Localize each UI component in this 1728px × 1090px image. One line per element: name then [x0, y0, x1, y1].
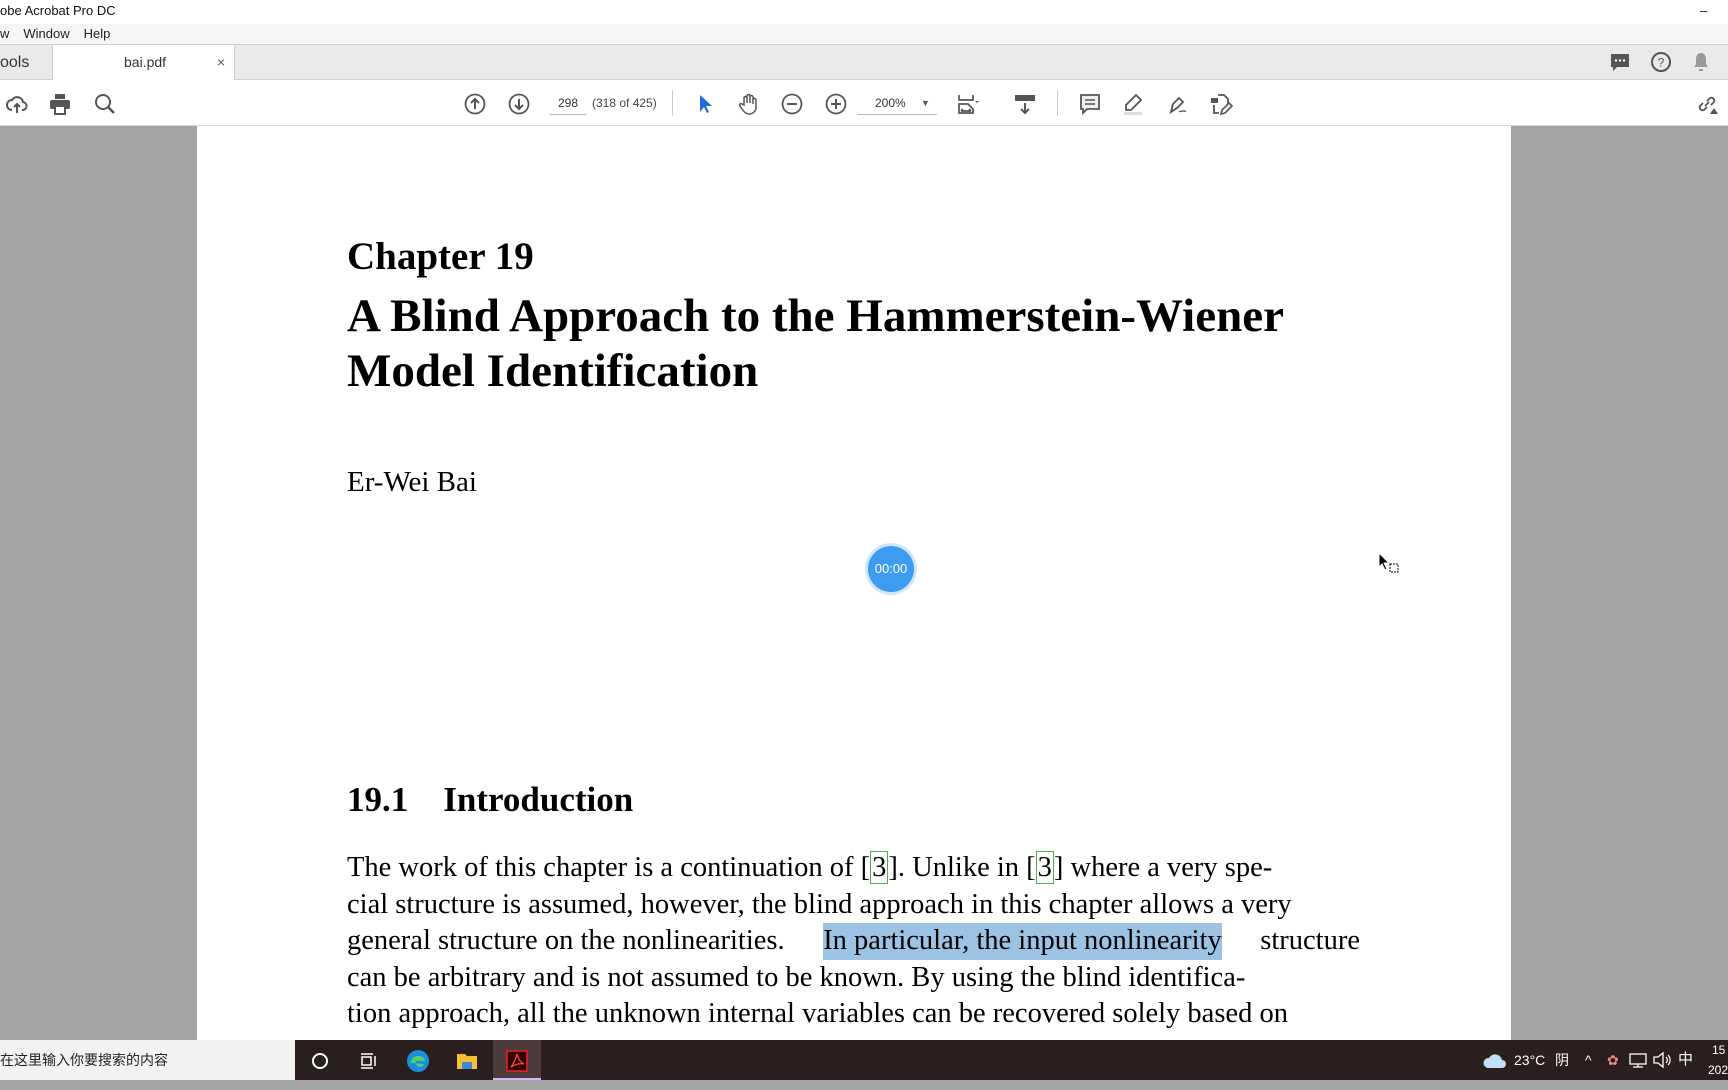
network-icon[interactable]	[1627, 1049, 1649, 1071]
edge-browser-icon[interactable]	[405, 1048, 431, 1074]
page-number-input[interactable]: 298	[550, 93, 586, 115]
cloud-weather-icon	[1482, 1048, 1508, 1074]
comment-icon[interactable]	[1078, 92, 1102, 116]
tab-tools[interactable]: ools	[0, 45, 53, 80]
task-view-icon[interactable]	[355, 1048, 381, 1074]
text: structure	[1260, 925, 1360, 957]
taskbar-acrobat[interactable]	[493, 1040, 541, 1080]
highlight-icon[interactable]	[1121, 92, 1145, 116]
tab-bar: ools bai.pdf × ?	[0, 44, 1728, 81]
selected-text[interactable]: In particular, the input nonlinearity	[823, 923, 1222, 960]
chapter-title-line-1: A Blind Approach to the Hammerstein-Wien…	[347, 290, 1284, 342]
fit-page-icon[interactable]	[956, 92, 980, 116]
text: tion approach, all the unknown internal …	[347, 998, 1288, 1030]
flower-app-icon[interactable]: ✿	[1607, 1040, 1619, 1080]
zoom-select[interactable]: 200% ▼	[857, 93, 937, 115]
volume-icon[interactable]	[1651, 1049, 1673, 1071]
chevron-up-icon[interactable]: ^	[1585, 1040, 1592, 1080]
text: The work of this chapter is a continuati…	[347, 852, 871, 883]
scroll-mode-icon[interactable]	[1013, 92, 1037, 116]
ime-indicator[interactable]: 中	[1678, 1040, 1693, 1080]
page-count: (318 of 425)	[592, 96, 657, 110]
next-page-icon[interactable]	[507, 92, 531, 116]
weather-temperature[interactable]: 23°C	[1514, 1040, 1545, 1080]
text: can be arbitrary and is not assumed to b…	[347, 961, 1246, 993]
chat-icon[interactable]	[1608, 50, 1632, 74]
section-heading: 19.1 Introduction	[347, 780, 634, 819]
chapter-title-line-2: Model Identification	[347, 345, 759, 397]
edit-pdf-icon[interactable]	[1209, 92, 1234, 116]
taskbar-search-input[interactable]: 在这里输入你要搜索的内容	[0, 1040, 295, 1080]
text: cial structure is assumed, however, the …	[347, 888, 1292, 920]
zoom-in-icon[interactable]	[824, 92, 848, 116]
close-tab-icon[interactable]: ×	[217, 45, 225, 80]
print-icon[interactable]	[48, 92, 72, 116]
taskbar: 在这里输入你要搜索的内容 23°C 阴 ^ ✿ 中 15 202	[0, 1040, 1728, 1080]
hand-tool-icon[interactable]	[737, 92, 761, 116]
zoom-value: 200%	[875, 96, 906, 110]
menu-window[interactable]: Window	[23, 26, 69, 41]
menu-bar: w Window Help	[0, 24, 1728, 44]
menu-help[interactable]: Help	[84, 26, 111, 41]
tab-label: ools	[0, 54, 30, 71]
find-icon[interactable]	[93, 92, 117, 116]
text: ] where a very spe-	[1053, 852, 1273, 883]
title-bar: obe Acrobat Pro DC –	[0, 0, 1728, 24]
paragraph-line: general structure on the nonlinearities.…	[347, 923, 1360, 960]
file-explorer-icon[interactable]	[454, 1048, 480, 1074]
upload-cloud-icon[interactable]	[5, 92, 29, 116]
previous-page-icon[interactable]	[463, 92, 487, 116]
body-paragraph: The work of this chapter is a continuati…	[347, 850, 1360, 1033]
paragraph-line: tion approach, all the unknown internal …	[347, 996, 1360, 1033]
citation-link[interactable]: 3	[1035, 851, 1054, 884]
help-icon[interactable]: ?	[1649, 50, 1673, 74]
chevron-down-icon: ▼	[921, 98, 930, 108]
text: general structure on the nonlinearities.	[347, 925, 785, 957]
select-tool-icon[interactable]	[693, 92, 717, 116]
bell-icon[interactable]	[1689, 50, 1713, 74]
author: Er-Wei Bai	[347, 466, 477, 498]
paragraph-line: can be arbitrary and is not assumed to b…	[347, 960, 1360, 997]
clock-date[interactable]: 202	[1708, 1050, 1728, 1090]
chapter-number: Chapter 19	[347, 235, 534, 278]
paragraph-line: The work of this chapter is a continuati…	[347, 850, 1360, 887]
minimize-button[interactable]: –	[1700, 0, 1707, 22]
share-link-icon[interactable]	[1695, 92, 1719, 116]
citation-link[interactable]: 3	[870, 851, 889, 884]
weather-description: 阴	[1555, 1052, 1569, 1068]
zoom-out-icon[interactable]	[780, 92, 804, 116]
app-title: obe Acrobat Pro DC	[0, 3, 116, 18]
cursor-icon	[1378, 551, 1400, 574]
paragraph-line: cial structure is assumed, however, the …	[347, 887, 1360, 924]
tab-document[interactable]: bai.pdf ×	[53, 45, 235, 81]
divider	[672, 90, 673, 116]
sign-icon[interactable]	[1165, 92, 1189, 116]
svg-text:?: ?	[1658, 56, 1665, 70]
text: ]. Unlike in [	[888, 852, 1036, 883]
cortana-icon[interactable]	[307, 1048, 333, 1074]
recording-timer[interactable]: 00:00	[868, 546, 914, 592]
pdf-page: Chapter 19 A Blind Approach to the Hamme…	[197, 126, 1511, 1040]
tab-label: bai.pdf	[124, 54, 167, 70]
acrobat-icon	[504, 1048, 530, 1074]
divider	[1057, 90, 1058, 116]
menu-view[interactable]: w	[0, 26, 9, 41]
toolbar: 298 (318 of 425) 200% ▼	[0, 80, 1728, 126]
